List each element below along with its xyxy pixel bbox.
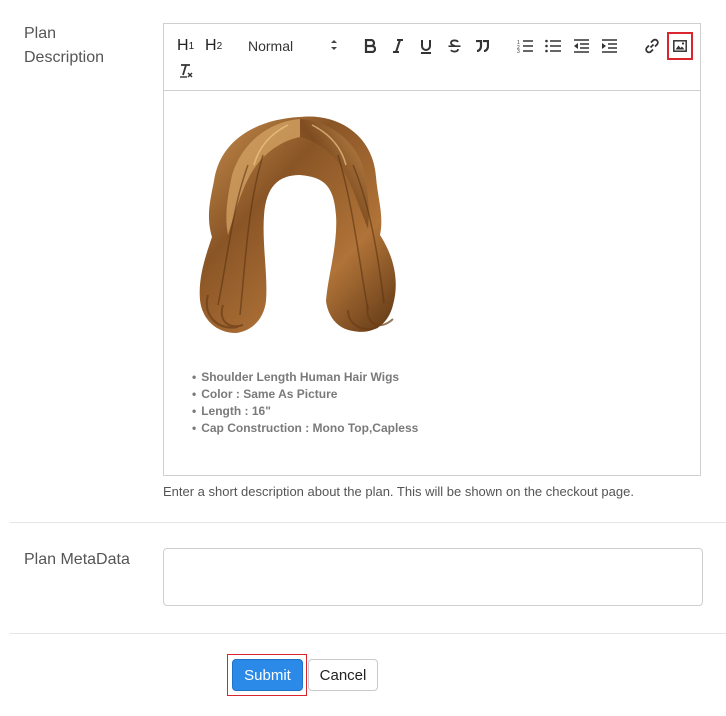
underline-icon[interactable]	[418, 34, 434, 58]
format-select-value: Normal	[248, 38, 294, 54]
clear-format-icon[interactable]	[177, 59, 195, 83]
outdent-icon[interactable]	[572, 34, 590, 58]
editor-content[interactable]: Shoulder Length Human Hair Wigs Color : …	[164, 91, 700, 476]
select-arrows-icon	[330, 38, 338, 55]
ordered-list-icon[interactable]: 123	[516, 34, 534, 58]
indent-icon[interactable]	[600, 34, 618, 58]
list-item: Cap Construction : Mono Top,Capless	[192, 420, 418, 437]
svg-text:3: 3	[517, 49, 520, 53]
list-item: Shoulder Length Human Hair Wigs	[192, 369, 418, 386]
divider	[10, 633, 726, 634]
plan-metadata-label: Plan MetaData	[24, 551, 130, 568]
bold-icon[interactable]	[362, 34, 378, 58]
rich-text-editor: H1 H2 Normal 123 • Shoulder Length Human…	[163, 23, 701, 476]
wig-product-image	[199, 116, 396, 333]
heading-1-button[interactable]: H1	[177, 34, 194, 58]
strikethrough-icon[interactable]	[446, 34, 462, 58]
divider	[10, 522, 726, 523]
link-icon[interactable]	[643, 34, 661, 58]
description-help-text: Enter a short description about the plan…	[163, 484, 634, 499]
list-item: Color : Same As Picture	[192, 386, 418, 403]
italic-icon[interactable]	[390, 34, 406, 58]
plan-description-label: Plan Description	[24, 25, 105, 66]
plan-metadata-input[interactable]	[163, 548, 703, 606]
bullet-list-icon[interactable]	[544, 34, 562, 58]
submit-button[interactable]: Submit	[232, 659, 303, 691]
cancel-button[interactable]: Cancel	[308, 659, 378, 691]
format-select[interactable]: Normal	[248, 34, 340, 58]
image-icon[interactable]	[667, 32, 693, 60]
product-bullet-list: Shoulder Length Human Hair Wigs Color : …	[192, 369, 418, 437]
editor-toolbar: H1 H2 Normal 123	[164, 24, 700, 91]
blockquote-icon[interactable]	[474, 34, 490, 58]
heading-2-button[interactable]: H2	[205, 34, 222, 58]
list-item: Length : 16"	[192, 403, 418, 420]
